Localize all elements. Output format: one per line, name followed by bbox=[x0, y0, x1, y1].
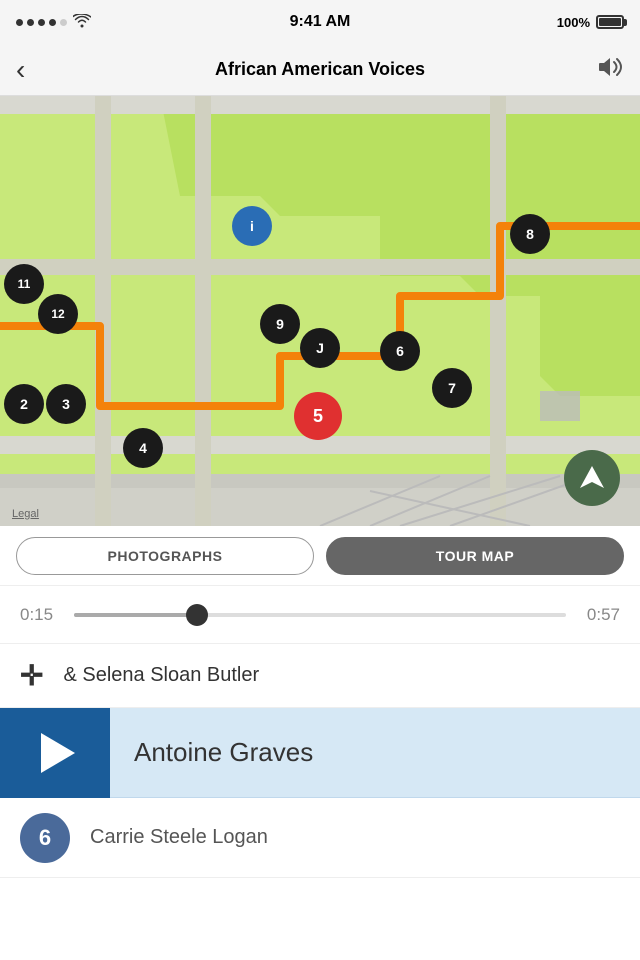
progress-thumb[interactable] bbox=[186, 604, 208, 626]
wifi-icon bbox=[73, 14, 91, 31]
total-time: 0:57 bbox=[582, 605, 620, 625]
status-time: 9:41 AM bbox=[290, 13, 351, 31]
play-button[interactable] bbox=[0, 708, 110, 798]
legal-link[interactable]: Legal bbox=[12, 508, 39, 520]
nav-bar: ‹ African American Voices bbox=[0, 44, 640, 96]
sound-button[interactable] bbox=[596, 55, 624, 85]
cross-icon: ✛ bbox=[20, 662, 43, 690]
map-marker-9[interactable]: 9 bbox=[260, 304, 300, 344]
locate-button[interactable] bbox=[564, 450, 620, 506]
status-left bbox=[16, 14, 91, 31]
page-title: African American Voices bbox=[215, 59, 425, 80]
current-time: 0:15 bbox=[20, 605, 58, 625]
progress-fill bbox=[74, 613, 197, 617]
battery-icon bbox=[596, 15, 624, 29]
map-marker-j[interactable]: J bbox=[300, 328, 340, 368]
map-marker-5[interactable]: 5 bbox=[294, 392, 342, 440]
next-number: 6 bbox=[20, 813, 70, 863]
play-title: Antoine Graves bbox=[110, 737, 313, 768]
toggle-section: PHOTOGRAPHS TOUR MAP bbox=[0, 526, 640, 586]
map-marker-12[interactable]: 12 bbox=[38, 294, 78, 334]
map-marker-3[interactable]: 3 bbox=[46, 384, 86, 424]
play-row[interactable]: Antoine Graves bbox=[0, 708, 640, 798]
battery-percent: 100% bbox=[557, 15, 590, 30]
track-label: & Selena Sloan Butler bbox=[63, 664, 259, 687]
map-marker-2[interactable]: 2 bbox=[4, 384, 44, 424]
track-row: ✛ & Selena Sloan Butler bbox=[0, 644, 640, 708]
map-marker-7[interactable]: 7 bbox=[432, 368, 472, 408]
back-button[interactable]: ‹ bbox=[16, 56, 25, 84]
photographs-button[interactable]: PHOTOGRAPHS bbox=[16, 537, 314, 575]
map-area[interactable]: i 8 11 12 9 J 6 2 3 7 4 5 Legal bbox=[0, 96, 640, 526]
map-marker-info[interactable]: i bbox=[232, 206, 272, 246]
next-row[interactable]: 6 Carrie Steele Logan bbox=[0, 798, 640, 878]
map-marker-8[interactable]: 8 bbox=[510, 214, 550, 254]
signal-dots bbox=[16, 19, 67, 26]
map-marker-4[interactable]: 4 bbox=[123, 428, 163, 468]
progress-bar[interactable] bbox=[74, 613, 566, 617]
audio-player: 0:15 0:57 bbox=[0, 586, 640, 644]
tour-map-button[interactable]: TOUR MAP bbox=[326, 537, 624, 575]
map-marker-11[interactable]: 11 bbox=[4, 264, 44, 304]
status-bar: 9:41 AM 100% bbox=[0, 0, 640, 44]
play-triangle-icon bbox=[41, 733, 75, 773]
next-label: Carrie Steele Logan bbox=[90, 826, 268, 849]
status-right: 100% bbox=[557, 15, 624, 30]
map-marker-6[interactable]: 6 bbox=[380, 331, 420, 371]
